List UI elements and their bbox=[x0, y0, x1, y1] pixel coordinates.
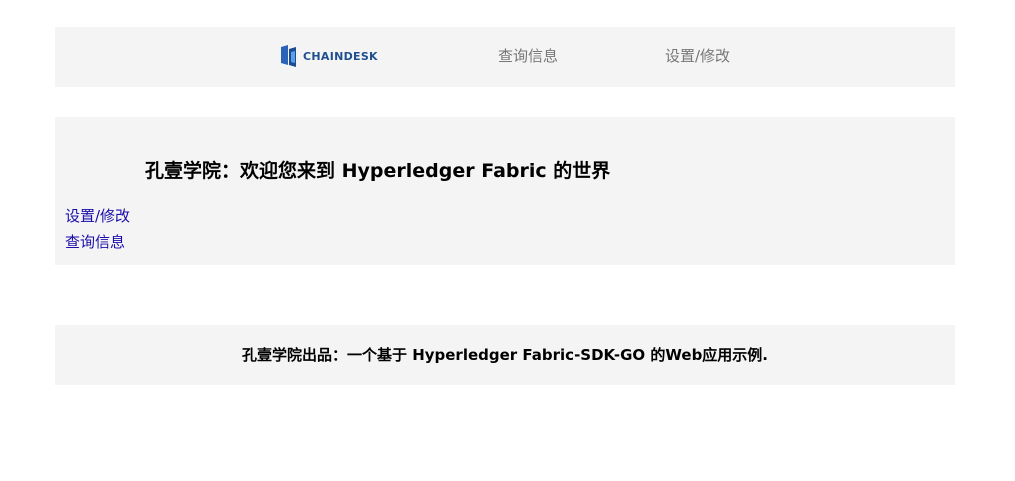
nav-link-settings[interactable]: 设置/修改 bbox=[665, 46, 730, 66]
nav-link-query[interactable]: 查询信息 bbox=[498, 46, 558, 66]
brand-logo[interactable]: CHAINDESK bbox=[280, 43, 378, 69]
welcome-title: 孔壹学院：欢迎您来到 Hyperledger Fabric 的世界 bbox=[145, 160, 611, 182]
logo-wordmark: CHAINDESK bbox=[303, 49, 378, 63]
chaindesk-logo-icon bbox=[281, 45, 296, 67]
footer-text: 孔壹学院出品：一个基于 Hyperledger Fabric-SDK-GO 的W… bbox=[241, 346, 769, 364]
page: CHAINDESK 查询信息 设置/修改 孔壹学院：欢迎您来到 Hyperled… bbox=[0, 0, 1015, 481]
welcome-panel: 孔壹学院：欢迎您来到 Hyperledger Fabric 的世界 设置/修改 … bbox=[55, 117, 955, 265]
footer-panel: 孔壹学院出品：一个基于 Hyperledger Fabric-SDK-GO 的W… bbox=[55, 325, 955, 385]
settings-link[interactable]: 设置/修改 bbox=[65, 206, 130, 226]
query-link[interactable]: 查询信息 bbox=[65, 232, 125, 252]
top-navbar: CHAINDESK 查询信息 设置/修改 bbox=[55, 27, 955, 87]
